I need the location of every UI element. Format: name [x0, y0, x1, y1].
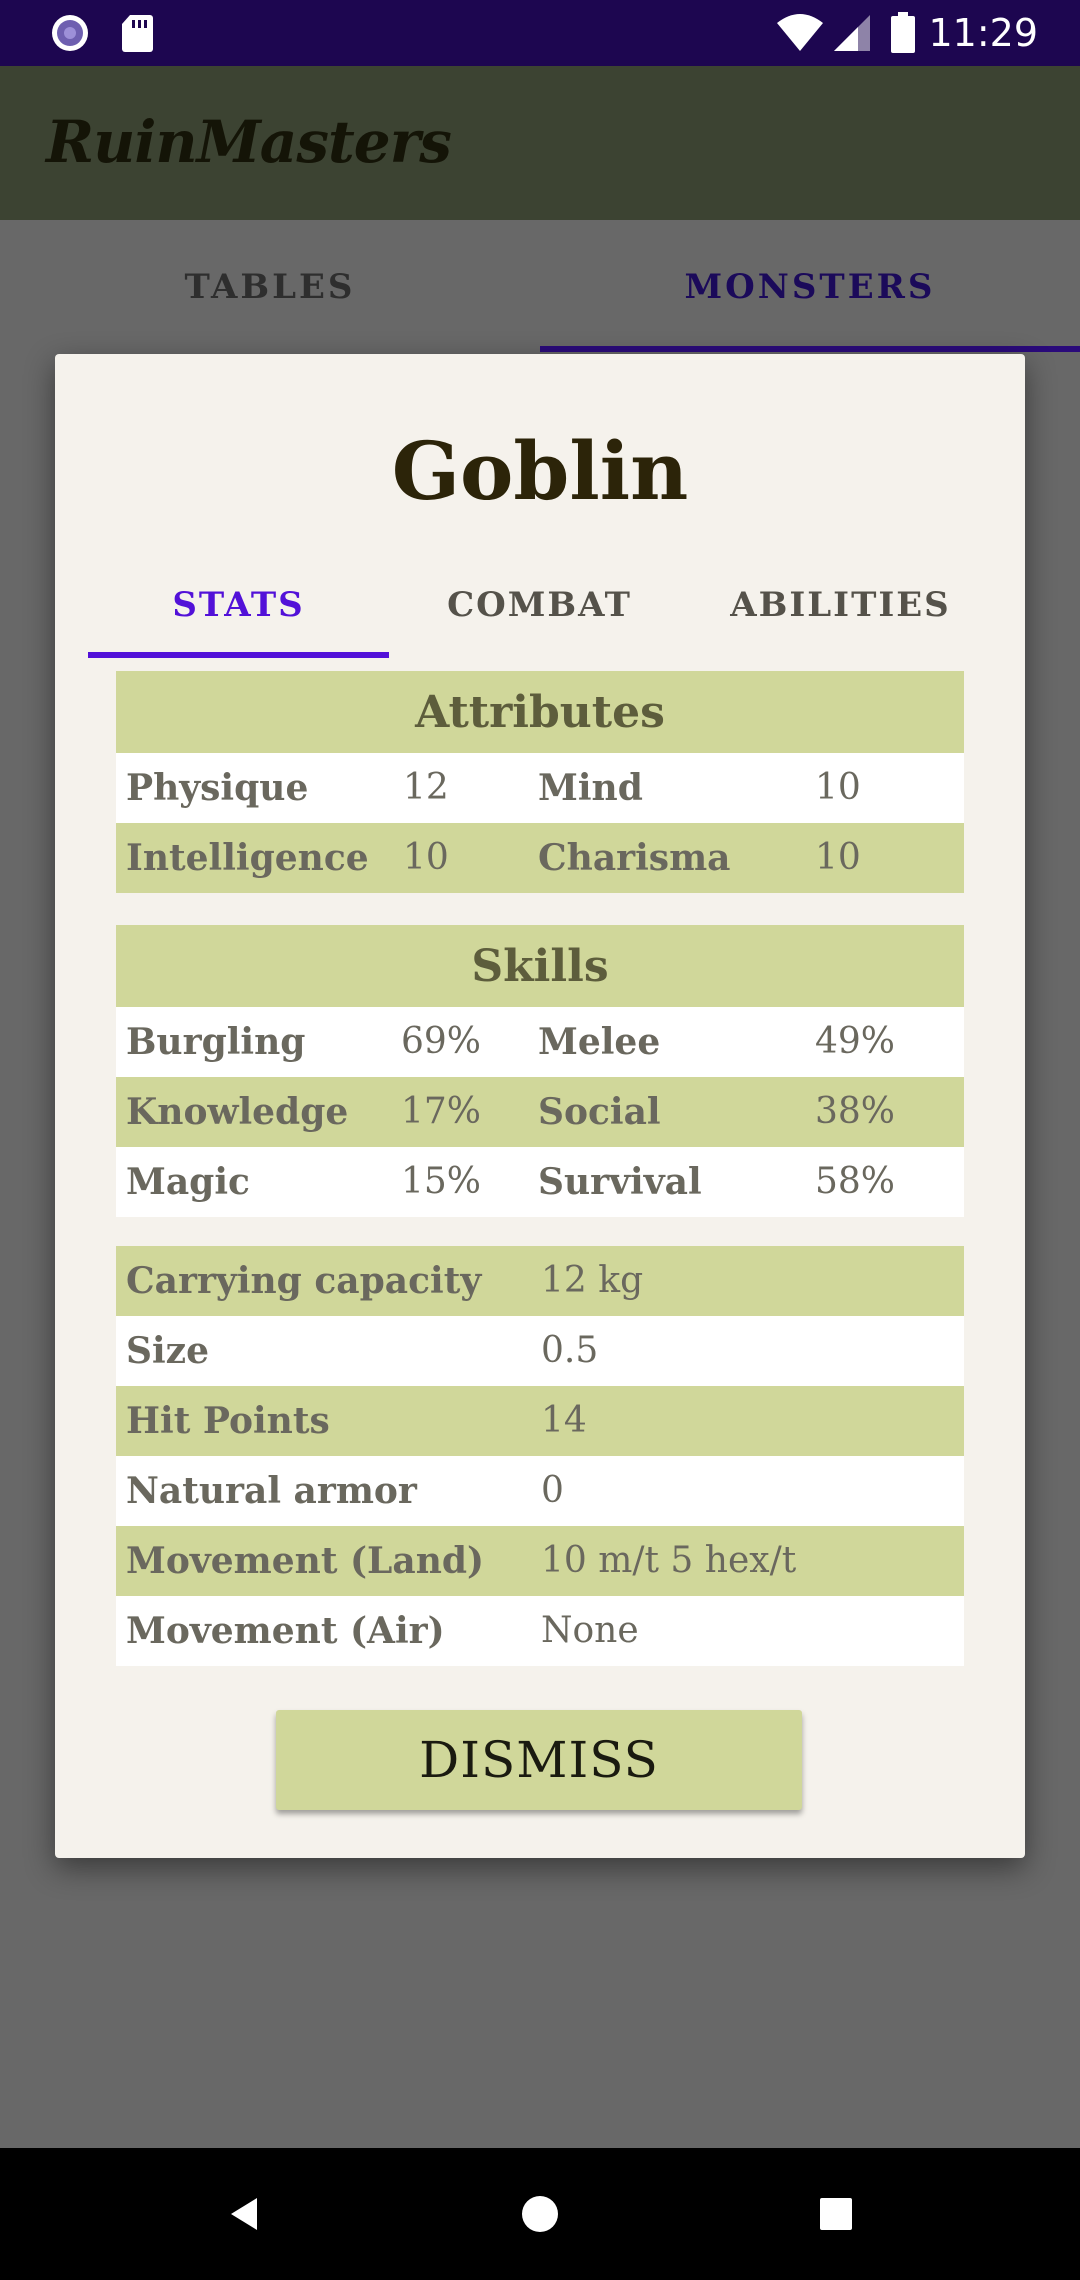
skill-value: 17% [401, 1091, 482, 1132]
attributes-header: Attributes [116, 671, 964, 753]
attribute-value: 12 [403, 767, 449, 808]
tab-abilities[interactable]: ABILITIES [690, 554, 991, 656]
property-value: 12 kg [541, 1260, 644, 1301]
property-name: Movement (Air) [126, 1610, 445, 1652]
wifi-icon [776, 0, 824, 66]
clock: 11:29 [928, 11, 1038, 55]
attribute-value: 10 [403, 837, 449, 878]
main-tabs: TABLES MONSTERS [0, 220, 1080, 354]
monster-dialog: Goblin STATS COMBAT ABILITIES Attributes… [55, 354, 1025, 1858]
property-name: Size [126, 1330, 210, 1372]
property-value: 0.5 [541, 1330, 599, 1371]
tab-combat[interactable]: COMBAT [389, 554, 690, 656]
attributes-table: Attributes Physique 12 Mind 10 Intellige… [116, 671, 964, 893]
table-row: Burgling 69% Melee 49% [116, 1007, 964, 1077]
skill-name: Survival [538, 1161, 702, 1203]
dismiss-button[interactable]: DISMISS [276, 1710, 802, 1810]
app-bar: RuinMasters [0, 66, 1080, 220]
home-icon[interactable] [480, 2148, 600, 2280]
table-row: Physique 12 Mind 10 [116, 753, 964, 823]
skill-value: 49% [815, 1021, 896, 1062]
main-tab-indicator [540, 346, 1080, 352]
signal-icon [832, 0, 872, 66]
table-row: Carrying capacity 12 kg [116, 1246, 964, 1316]
skill-value: 15% [401, 1161, 482, 1202]
table-row: Knowledge 17% Social 38% [116, 1077, 964, 1147]
property-value: 14 [541, 1400, 587, 1441]
skill-value: 69% [401, 1021, 482, 1062]
table-row: Natural armor 0 [116, 1456, 964, 1526]
attribute-value: 10 [815, 837, 861, 878]
skill-name: Melee [538, 1021, 661, 1063]
dialog-tab-indicator [88, 652, 389, 658]
table-row: Intelligence 10 Charisma 10 [116, 823, 964, 893]
skills-table: Skills Burgling 69% Melee 49% Knowledge … [116, 925, 964, 1217]
table-row: Size 0.5 [116, 1316, 964, 1386]
table-row: Movement (Air) None [116, 1596, 964, 1666]
property-value: 0 [541, 1470, 564, 1511]
skills-header: Skills [116, 925, 964, 1007]
tab-tables[interactable]: TABLES [0, 220, 540, 354]
status-bar: 11:29 [0, 0, 1080, 66]
property-value: None [541, 1610, 639, 1651]
monster-name: Goblin [391, 424, 689, 518]
property-name: Hit Points [126, 1400, 330, 1442]
table-row: Hit Points 14 [116, 1386, 964, 1456]
property-value: 10 m/t 5 hex/t [541, 1540, 797, 1581]
skill-name: Burgling [126, 1021, 306, 1063]
tab-stats[interactable]: STATS [88, 554, 389, 656]
skill-name: Knowledge [126, 1091, 349, 1133]
table-row: Movement (Land) 10 m/t 5 hex/t [116, 1526, 964, 1596]
attribute-value: 10 [815, 767, 861, 808]
properties-table: Carrying capacity 12 kg Size 0.5 Hit Poi… [116, 1246, 964, 1666]
property-name: Movement (Land) [126, 1540, 485, 1582]
tab-monsters[interactable]: MONSTERS [540, 220, 1080, 354]
attribute-name: Charisma [538, 837, 731, 879]
property-name: Natural armor [126, 1470, 417, 1512]
recents-icon[interactable] [776, 2148, 896, 2280]
battery-icon [890, 0, 916, 66]
back-icon[interactable] [185, 2148, 305, 2280]
app-title: RuinMasters [46, 108, 452, 176]
skill-value: 38% [815, 1091, 896, 1132]
attribute-name: Intelligence [126, 837, 369, 879]
app-circle-icon [50, 0, 90, 66]
skill-name: Magic [126, 1161, 250, 1203]
dialog-tabs: STATS COMBAT ABILITIES [88, 554, 991, 662]
sd-card-icon [120, 0, 154, 66]
table-row: Magic 15% Survival 58% [116, 1147, 964, 1217]
skill-name: Social [538, 1091, 661, 1133]
attribute-name: Mind [538, 767, 643, 809]
navigation-bar [0, 2148, 1080, 2280]
property-name: Carrying capacity [126, 1260, 482, 1302]
attribute-name: Physique [126, 767, 309, 809]
skill-value: 58% [815, 1161, 896, 1202]
